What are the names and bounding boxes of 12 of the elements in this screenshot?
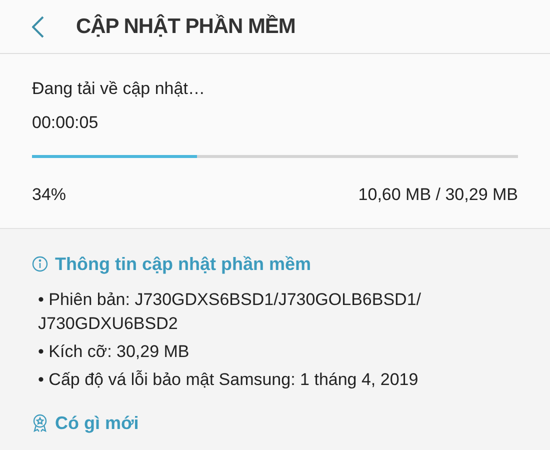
download-status: Đang tải về cập nhật… — [32, 78, 206, 100]
info-icon — [32, 256, 48, 272]
info-line: • Phiên bản: J730GDXS6BSD1/J730GOLB6BSD1/ J730GDXU6BSD2 — [38, 288, 422, 334]
elapsed-time: 00:00:05 — [32, 112, 100, 134]
section-heading[interactable]: Có gì mới — [55, 410, 139, 436]
info-line: • Cấp độ vá lỗi bảo mật Samsung: 1 tháng 4, 2019 — [38, 368, 420, 390]
info-line: • Kích cỡ: 30,29 MB — [38, 340, 190, 362]
page-title: CẬP NHẬT PHẦN MỀM — [76, 13, 296, 40]
progress-percent: 34% — [32, 184, 66, 206]
section-heading: Thông tin cập nhật phần mềm — [55, 252, 311, 276]
award-ribbon-icon — [32, 414, 48, 432]
download-size: 10,60 MB / 30,29 MB — [358, 184, 518, 206]
